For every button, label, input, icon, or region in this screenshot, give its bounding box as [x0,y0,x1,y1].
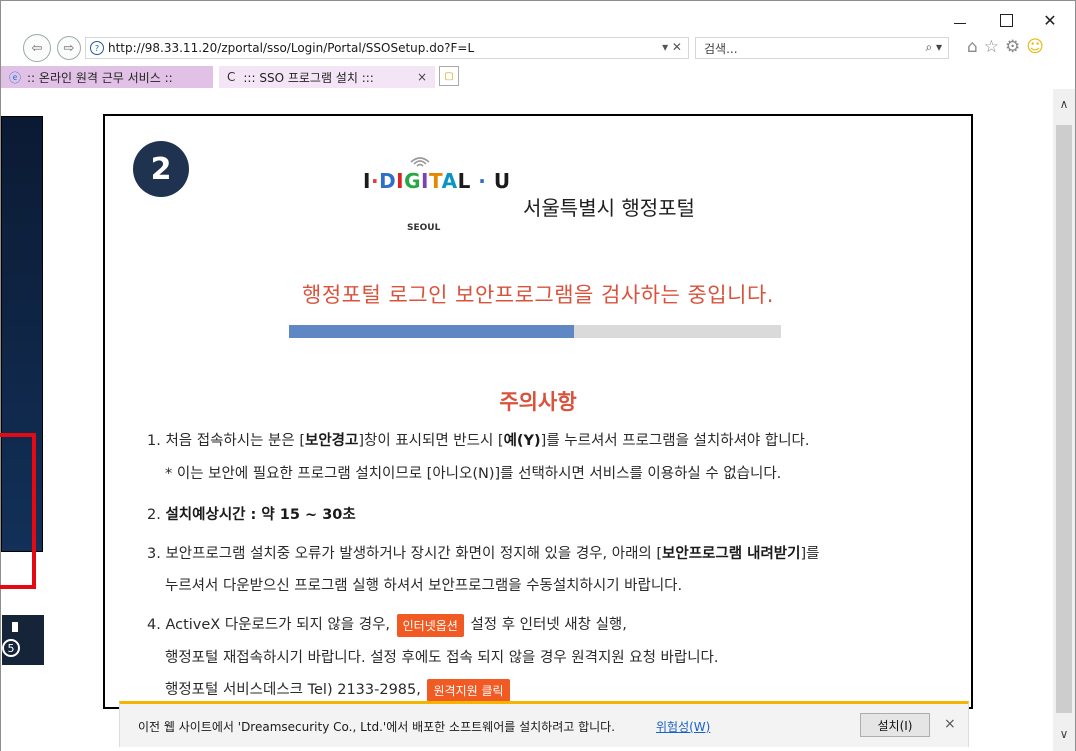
side-marker [12,622,18,632]
forward-button[interactable]: ⇨ [57,36,81,60]
browser-window: ✕ ⇦ ⇨ ? http://98.33.11.20/zportal/sso/L… [0,0,1076,751]
notice-title: 주의사항 [499,390,577,414]
search-placeholder: 검색... [704,41,738,56]
new-tab-button[interactable]: ▢ [439,66,459,86]
new-tab-icon: ▢ [444,70,454,82]
notice-item-3: 3. 보안프로그램 설치중 오류가 발생하거나 장시간 화면이 정지해 있을 경… [147,546,820,562]
side-number-badge: 5 [2,639,20,657]
logo-seoul: SEOUL [407,223,441,233]
progress-fill [289,325,575,338]
ie-icon: ⓔ [9,70,22,85]
tab-close-icon[interactable]: × [417,70,427,84]
tab-label: ::: SSO 프로그램 설치 ::: [243,70,374,85]
tab-label: :: 온라인 원격 근무 서비스 :: [27,70,173,85]
notice-item-4: 4. ActiveX 다운로드가 되지 않을 경우, 인터넷옵션 설정 후 인터… [147,613,627,637]
scroll-up-icon[interactable]: ∧ [1053,97,1075,111]
notice-item-4-cont: 행정포털 재접속하시기 바랍니다. 설정 후에도 접속 되지 않을 경우 원격지… [165,650,719,666]
tab-bar: ⓔ :: 온라인 원격 근무 서비스 :: C ::: SSO 프로그램 설치 … [1,66,1075,88]
notification-bar: 이전 웹 사이트에서 'Dreamsecurity Co., Ltd.'에서 배… [119,701,969,747]
tab-sso-setup[interactable]: C ::: SSO 프로그램 설치 ::: × [219,66,435,88]
toolbar-icons: ⌂ ☆ ⚙ ☺ [967,37,1044,57]
search-box[interactable]: 검색... ⌕ ▾ [695,37,949,59]
portal-title: 서울특별시 행정포털 [523,196,695,220]
search-icon[interactable]: ⌕ ▾ [925,40,942,55]
url-text: http://98.33.11.20/zportal/sso/Login/Por… [108,41,475,55]
settings-icon[interactable]: ⚙ [1005,37,1020,57]
vertical-scrollbar[interactable]: ∧ ∨ [1053,89,1075,751]
home-icon[interactable]: ⌂ [967,37,978,57]
wifi-icon [410,157,430,167]
page-icon: ? [90,41,104,55]
internet-options-button[interactable]: 인터넷옵션 [396,613,464,637]
notification-close-icon[interactable]: × [944,716,956,732]
notification-text: 이전 웹 사이트에서 'Dreamsecurity Co., Ltd.'에서 배… [138,720,616,734]
feedback-smiley-icon[interactable]: ☺ [1026,37,1044,57]
notice-item-1-note: * 이는 보안에 필요한 프로그램 설치이므로 [아니오(N)]를 선택하시면 … [165,466,782,482]
address-bar[interactable]: ? http://98.33.11.20/zportal/sso/Login/P… [85,37,689,59]
address-dropdown-refresh[interactable]: ▾ ✕ [662,40,682,54]
maximize-button[interactable] [983,7,1029,33]
scroll-down-icon[interactable]: ∨ [1053,727,1075,741]
back-button[interactable]: ⇦ [23,34,51,62]
install-button[interactable]: 설치(I) [860,713,930,737]
risk-link[interactable]: 위험성(W) [656,718,710,735]
favorites-icon[interactable]: ☆ [984,37,999,57]
progress-bar [289,325,781,338]
notice-item-4-contact: 행정포털 서비스데스크 Tel) 2133-2985, 원격지원 클릭 [165,678,512,702]
idigitalu-logo: I·DIGITAL · U [363,157,511,193]
tab-remote-work[interactable]: ⓔ :: 온라인 원격 근무 서비스 :: [1,66,213,88]
remote-support-button[interactable]: 원격지원 클릭 [427,678,510,702]
loading-icon: C [227,70,236,84]
minimize-button[interactable] [937,7,983,33]
close-button[interactable]: ✕ [1027,7,1073,33]
highlight-box [0,433,36,589]
side-screenshot: 5 [0,116,44,665]
forward-arrow-icon: ⇨ [63,40,75,56]
notice-item-2: 2. 설치예상시간 : 약 15 ~ 30초 [147,507,356,523]
step-badge: 2 [133,141,189,197]
status-headline: 행정포털 로그인 보안프로그램을 검사하는 중입니다. [302,283,774,307]
notice-item-1: 1. 처음 접속하시는 분은 [보안경고]창이 표시되면 반드시 [예(Y)]를… [147,433,810,449]
scroll-thumb[interactable] [1056,125,1072,713]
notice-item-3-cont: 누르셔서 다운받으신 프로그램 실행 하셔서 보안프로그램을 수동설치하시기 바… [165,578,683,594]
back-arrow-icon: ⇦ [31,40,43,56]
